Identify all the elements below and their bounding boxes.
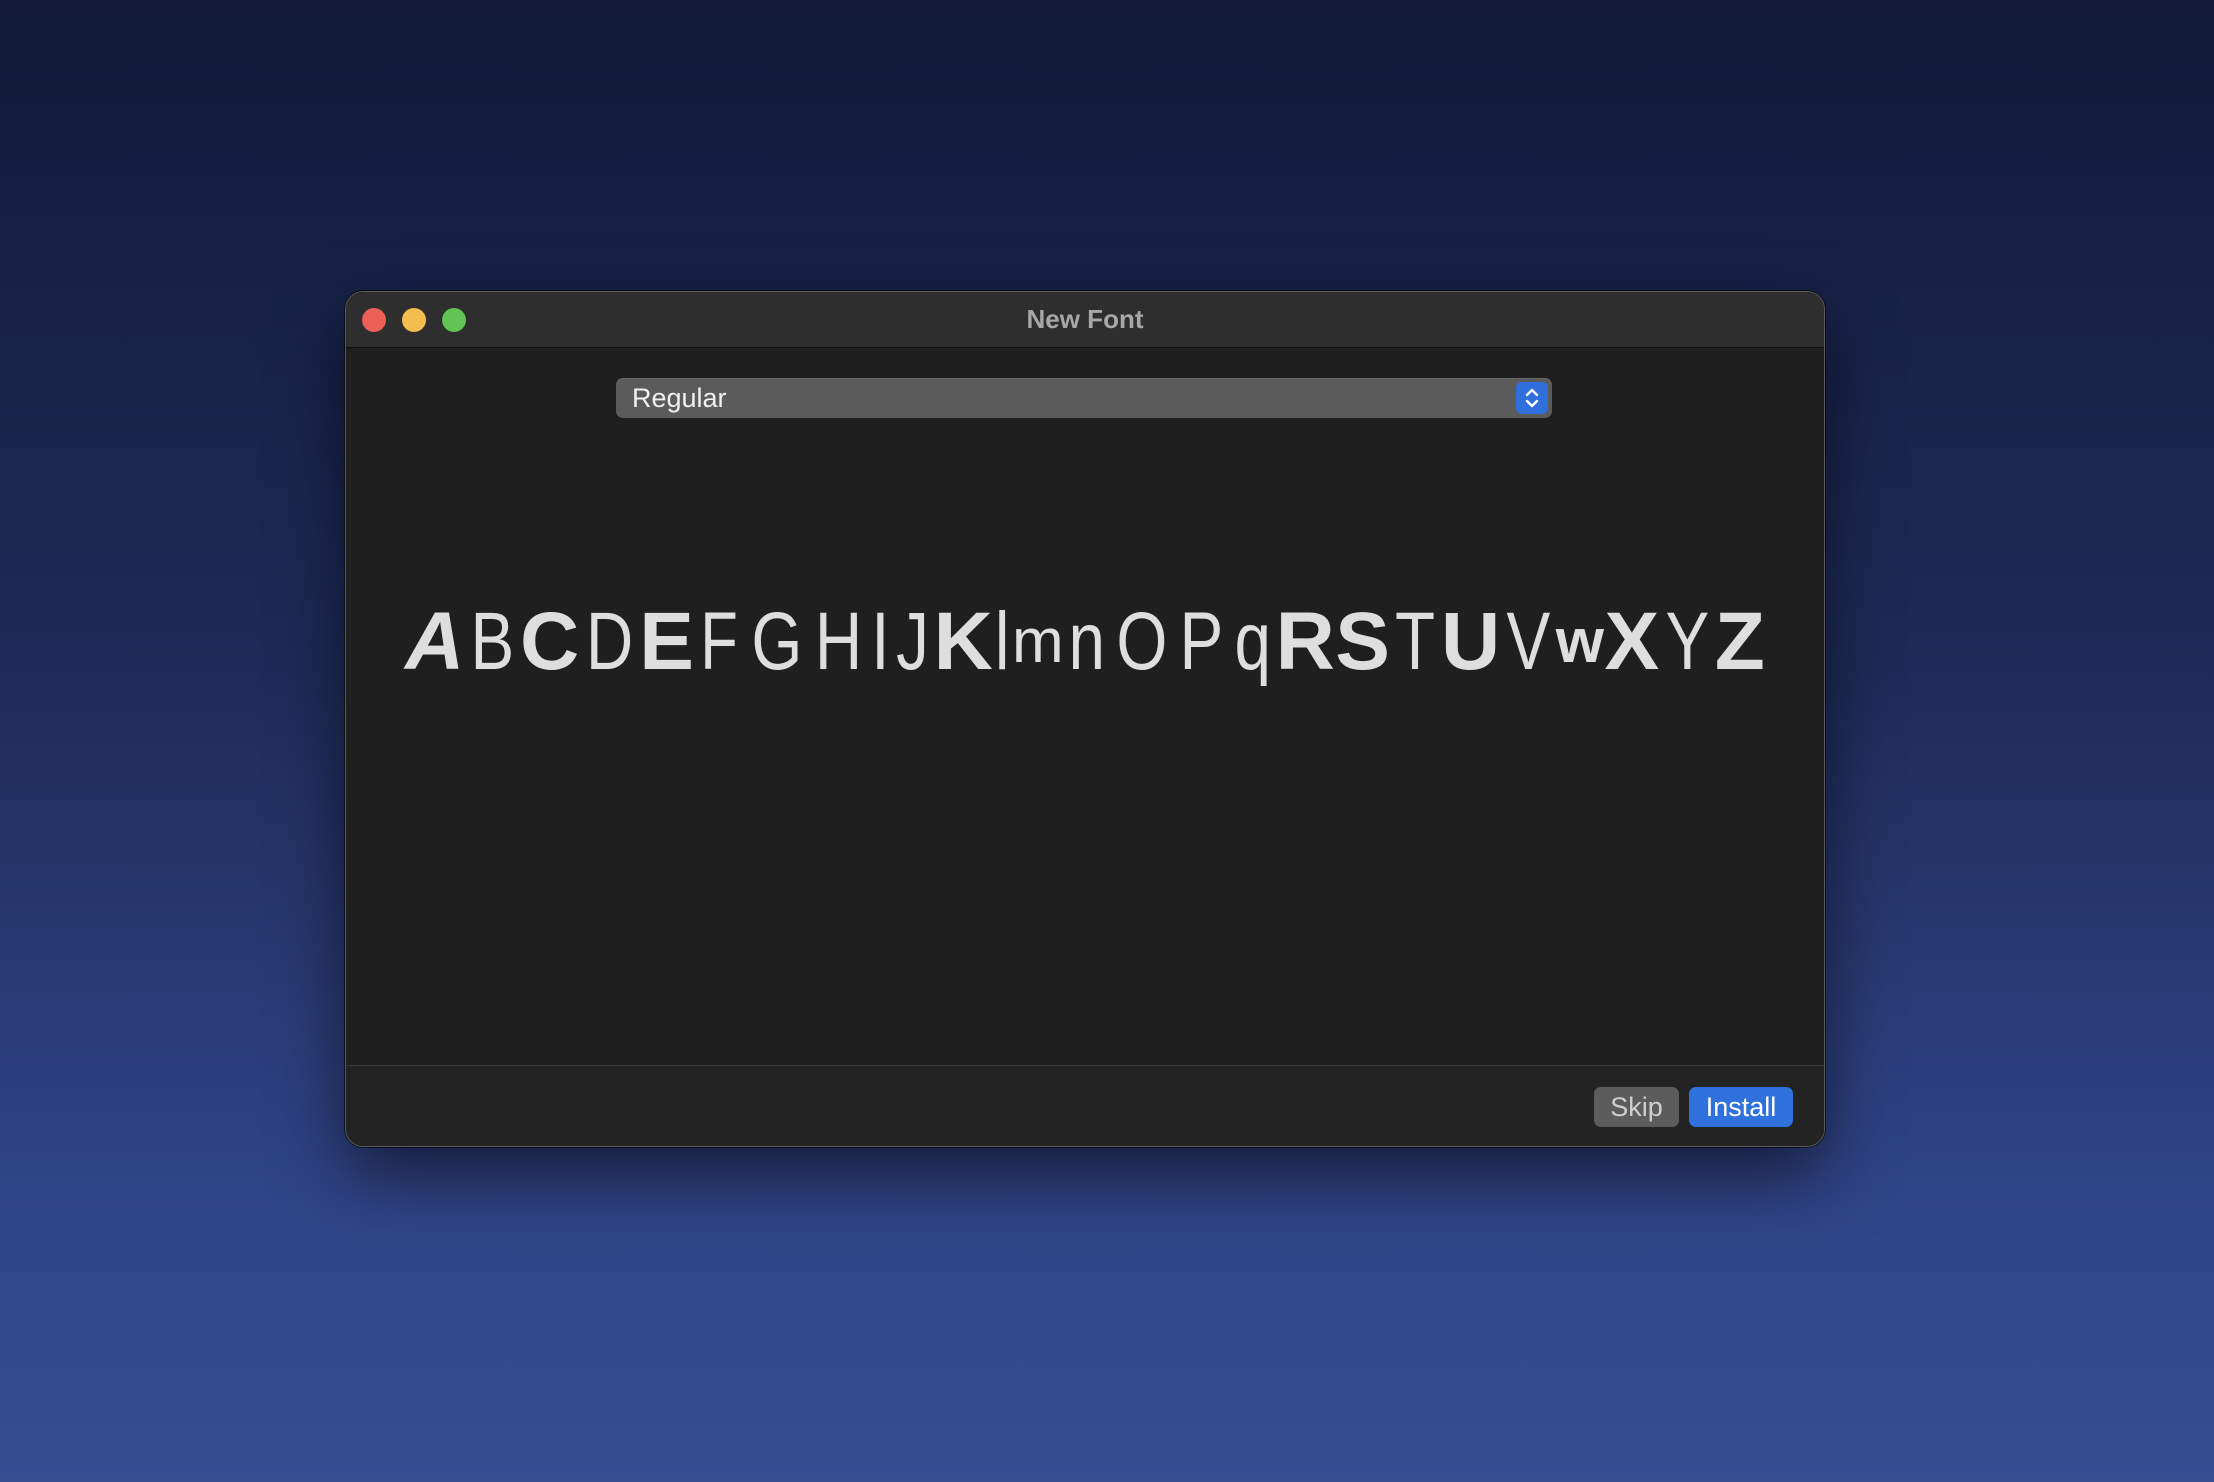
font-preview-sample: A B C D E F G H I J K l m n O P q R S T … bbox=[346, 597, 1824, 687]
preview-glyph: X bbox=[1604, 596, 1660, 687]
preview-glyph: D bbox=[585, 596, 633, 687]
preview-glyph: T bbox=[1395, 596, 1436, 687]
preview-glyph: n bbox=[1068, 596, 1106, 687]
preview-glyph: E bbox=[639, 596, 694, 687]
preview-glyph: F bbox=[700, 596, 739, 687]
preview-glyph: J bbox=[896, 596, 930, 687]
font-style-select-value: Regular bbox=[632, 383, 727, 413]
preview-glyph: U bbox=[1440, 596, 1501, 687]
font-install-window: New Font Regular A B C D E F G H I J K l… bbox=[345, 291, 1825, 1147]
select-stepper-icon bbox=[1516, 382, 1548, 414]
preview-glyph: C bbox=[519, 596, 580, 687]
preview-glyph: Z bbox=[1714, 596, 1765, 687]
title-bar[interactable]: New Font bbox=[346, 292, 1824, 348]
preview-glyph: H bbox=[815, 596, 863, 687]
preview-glyph: O bbox=[1116, 596, 1168, 687]
preview-glyph: m bbox=[1011, 607, 1064, 676]
preview-glyph: w bbox=[1555, 607, 1605, 676]
preview-glyph: G bbox=[751, 596, 803, 687]
preview-glyph: Y bbox=[1665, 596, 1709, 687]
preview-glyph: P bbox=[1179, 596, 1224, 687]
preview-glyph: I bbox=[871, 596, 890, 687]
preview-glyph: l bbox=[995, 596, 1010, 687]
preview-glyph: S bbox=[1335, 596, 1390, 687]
window-title: New Font bbox=[1026, 304, 1144, 334]
preview-glyph: q bbox=[1234, 596, 1271, 687]
font-style-select[interactable]: Regular bbox=[616, 378, 1552, 418]
window-footer: Skip Install bbox=[346, 1065, 1824, 1146]
preview-glyph: R bbox=[1275, 596, 1335, 687]
install-button[interactable]: Install bbox=[1689, 1087, 1793, 1127]
skip-button[interactable]: Skip bbox=[1594, 1087, 1679, 1127]
preview-glyph: B bbox=[470, 596, 515, 687]
preview-glyph: A bbox=[405, 596, 465, 687]
preview-glyph: K bbox=[933, 596, 993, 687]
preview-glyph: V bbox=[1506, 596, 1550, 687]
